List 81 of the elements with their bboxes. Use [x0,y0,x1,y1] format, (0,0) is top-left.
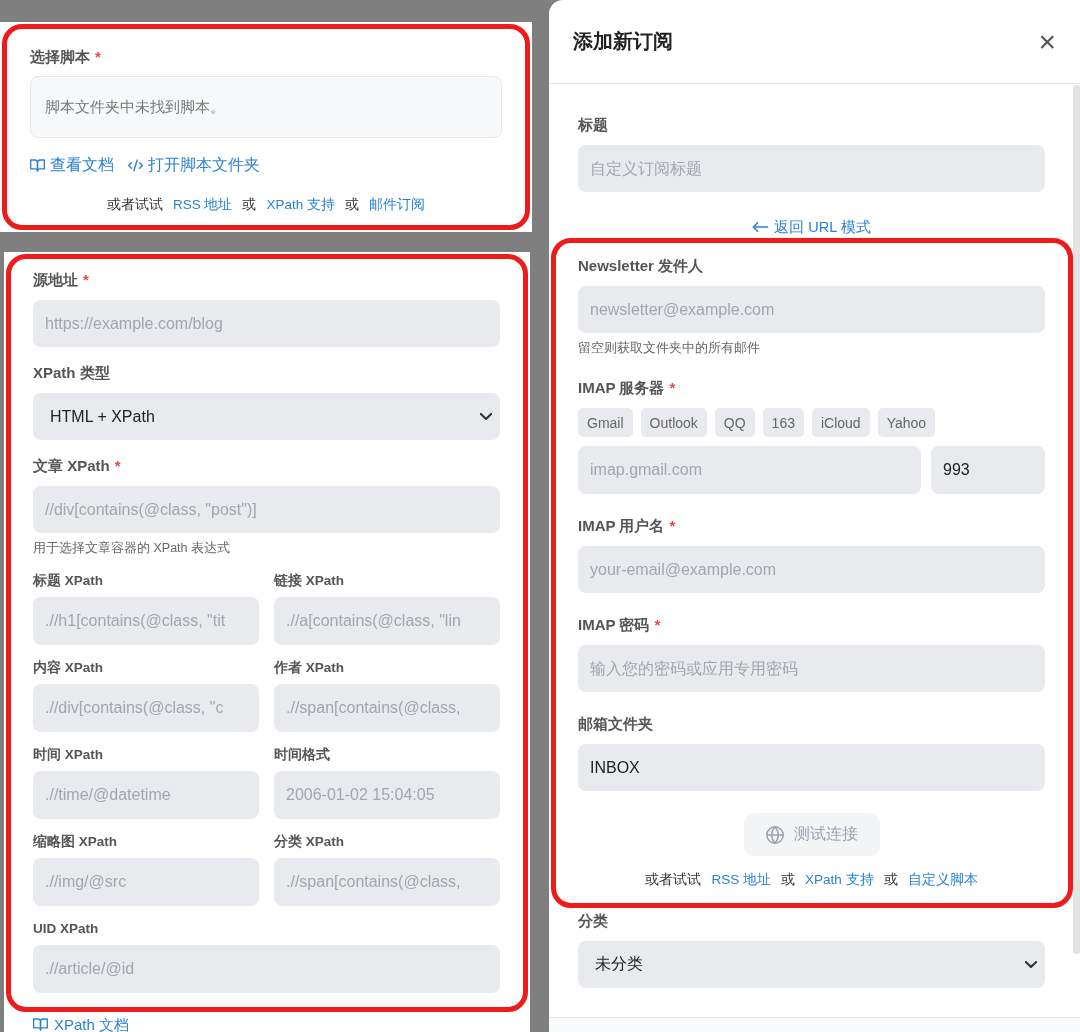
open-folder-link[interactable]: 打开脚本文件夹 [128,155,260,175]
prompt-text: 或者试试 [645,871,702,889]
field-label: 源地址 [33,270,78,290]
preset-button[interactable]: 163 [762,408,804,437]
field-label: 文章 XPath [33,456,110,476]
field-label: 分类 [578,911,608,931]
field-label: XPath 类型 [33,363,110,383]
field-label: IMAP 服务器 [578,378,665,398]
input-field[interactable]: .//a[contains(@class, "lin [274,597,500,645]
field-label: Newsletter 发件人 [578,256,704,276]
field-label: 缩略图 XPath [33,834,117,850]
field-label: 时间格式 [274,747,330,763]
prompt-text: 或 [345,196,359,214]
prompt-text: 或 [781,871,795,889]
input-field[interactable]: .//span[contains(@class, [274,684,500,732]
host-field[interactable]: imap.gmail.com [578,446,921,494]
input-field[interactable]: .//div[contains(@class, "c [33,684,259,732]
input-field[interactable]: 输入您的密码或应用专用密码 [578,645,1045,692]
field-label: IMAP 密码 [578,615,650,635]
required-asterisk: * [669,378,676,398]
dialog-title: 添加新订阅 [573,29,673,54]
notice-box: 脚本文件夹中未找到脚本。 [30,76,502,138]
field-label: 内容 XPath [33,660,103,676]
scrollbar-thumb[interactable] [1073,85,1080,954]
preset-button[interactable]: Outlook [640,408,707,437]
input-field[interactable]: .//time/@datetime [33,771,259,819]
field-label: 邮箱文件夹 [578,714,653,734]
input-field[interactable]: //div[contains(@class, "post")] [33,486,500,533]
input-field[interactable]: your-email@example.com [578,546,1045,593]
prompt-text: 或者试试 [106,196,163,214]
field-label: UID XPath [33,921,99,937]
docs-link[interactable]: XPath 文档 [33,1016,130,1032]
field-label: 标题 [578,115,608,135]
mode-link[interactable]: 自定义脚本 [907,870,978,890]
book-icon [33,1018,48,1031]
field-label: 时间 XPath [33,747,103,763]
input-field[interactable]: .//span[contains(@class, [274,858,500,906]
mode-link[interactable]: RSS 地址 [172,195,233,215]
field-hint: 用于选择文章容器的 XPath 表达式 [33,540,231,556]
field-label: 分类 XPath [274,834,344,850]
field-label: 选择脚本 [30,47,90,67]
input-field[interactable]: .//h1[contains(@class, "tit [33,597,259,645]
select-field[interactable]: 未分类 [578,941,1045,988]
globe-icon [765,825,784,844]
field-label: IMAP 用户名 [578,516,665,536]
preset-button[interactable]: iCloud [811,408,870,437]
input-field[interactable]: 自定义订阅标题 [578,145,1045,192]
select-field[interactable]: HTML + XPath [33,393,500,440]
prompt-text: 或 [883,871,898,889]
mode-link[interactable]: RSS 地址 [711,870,771,890]
required-asterisk: * [83,270,89,290]
field-label: 链接 XPath [274,573,344,589]
mode-link[interactable]: XPath 支持 [805,870,874,890]
required-asterisk: * [114,456,121,476]
input-field[interactable]: 2006-01-02 15:04:05 [274,771,500,819]
chevron-down-icon [1025,961,1037,968]
port-field[interactable]: 993 [931,446,1045,494]
input-field[interactable]: .//article/@id [33,945,500,993]
input-field[interactable]: .//img/@src [33,858,259,906]
field-hint: 留空则获取文件夹中的所有邮件 [578,340,761,356]
input-field[interactable]: newsletter@example.com [578,286,1045,333]
code-icon [128,158,143,172]
close-button[interactable]: × [1036,26,1058,57]
preset-button[interactable]: QQ [714,408,755,437]
field-label: 标题 XPath [33,573,103,589]
preset-button[interactable]: Gmail [578,408,633,437]
chevron-down-icon [480,413,492,420]
mode-link[interactable]: XPath 支持 [266,195,335,215]
input-field[interactable]: https://example.com/blog [33,300,500,347]
input-field[interactable]: INBOX [578,744,1045,791]
docs-link[interactable]: 查看文档 [30,155,114,175]
mode-link[interactable]: 邮件订阅 [369,195,425,215]
required-asterisk: * [654,615,661,635]
required-asterisk: * [95,47,101,67]
book-icon [30,158,45,172]
back-link[interactable]: 返回 URL 模式 [752,218,871,236]
preset-button[interactable]: Yahoo [877,408,936,437]
field-label: 作者 XPath [274,660,344,676]
required-asterisk: * [669,516,676,536]
prompt-text: 或 [242,196,257,214]
arrow-left-icon [752,222,770,232]
